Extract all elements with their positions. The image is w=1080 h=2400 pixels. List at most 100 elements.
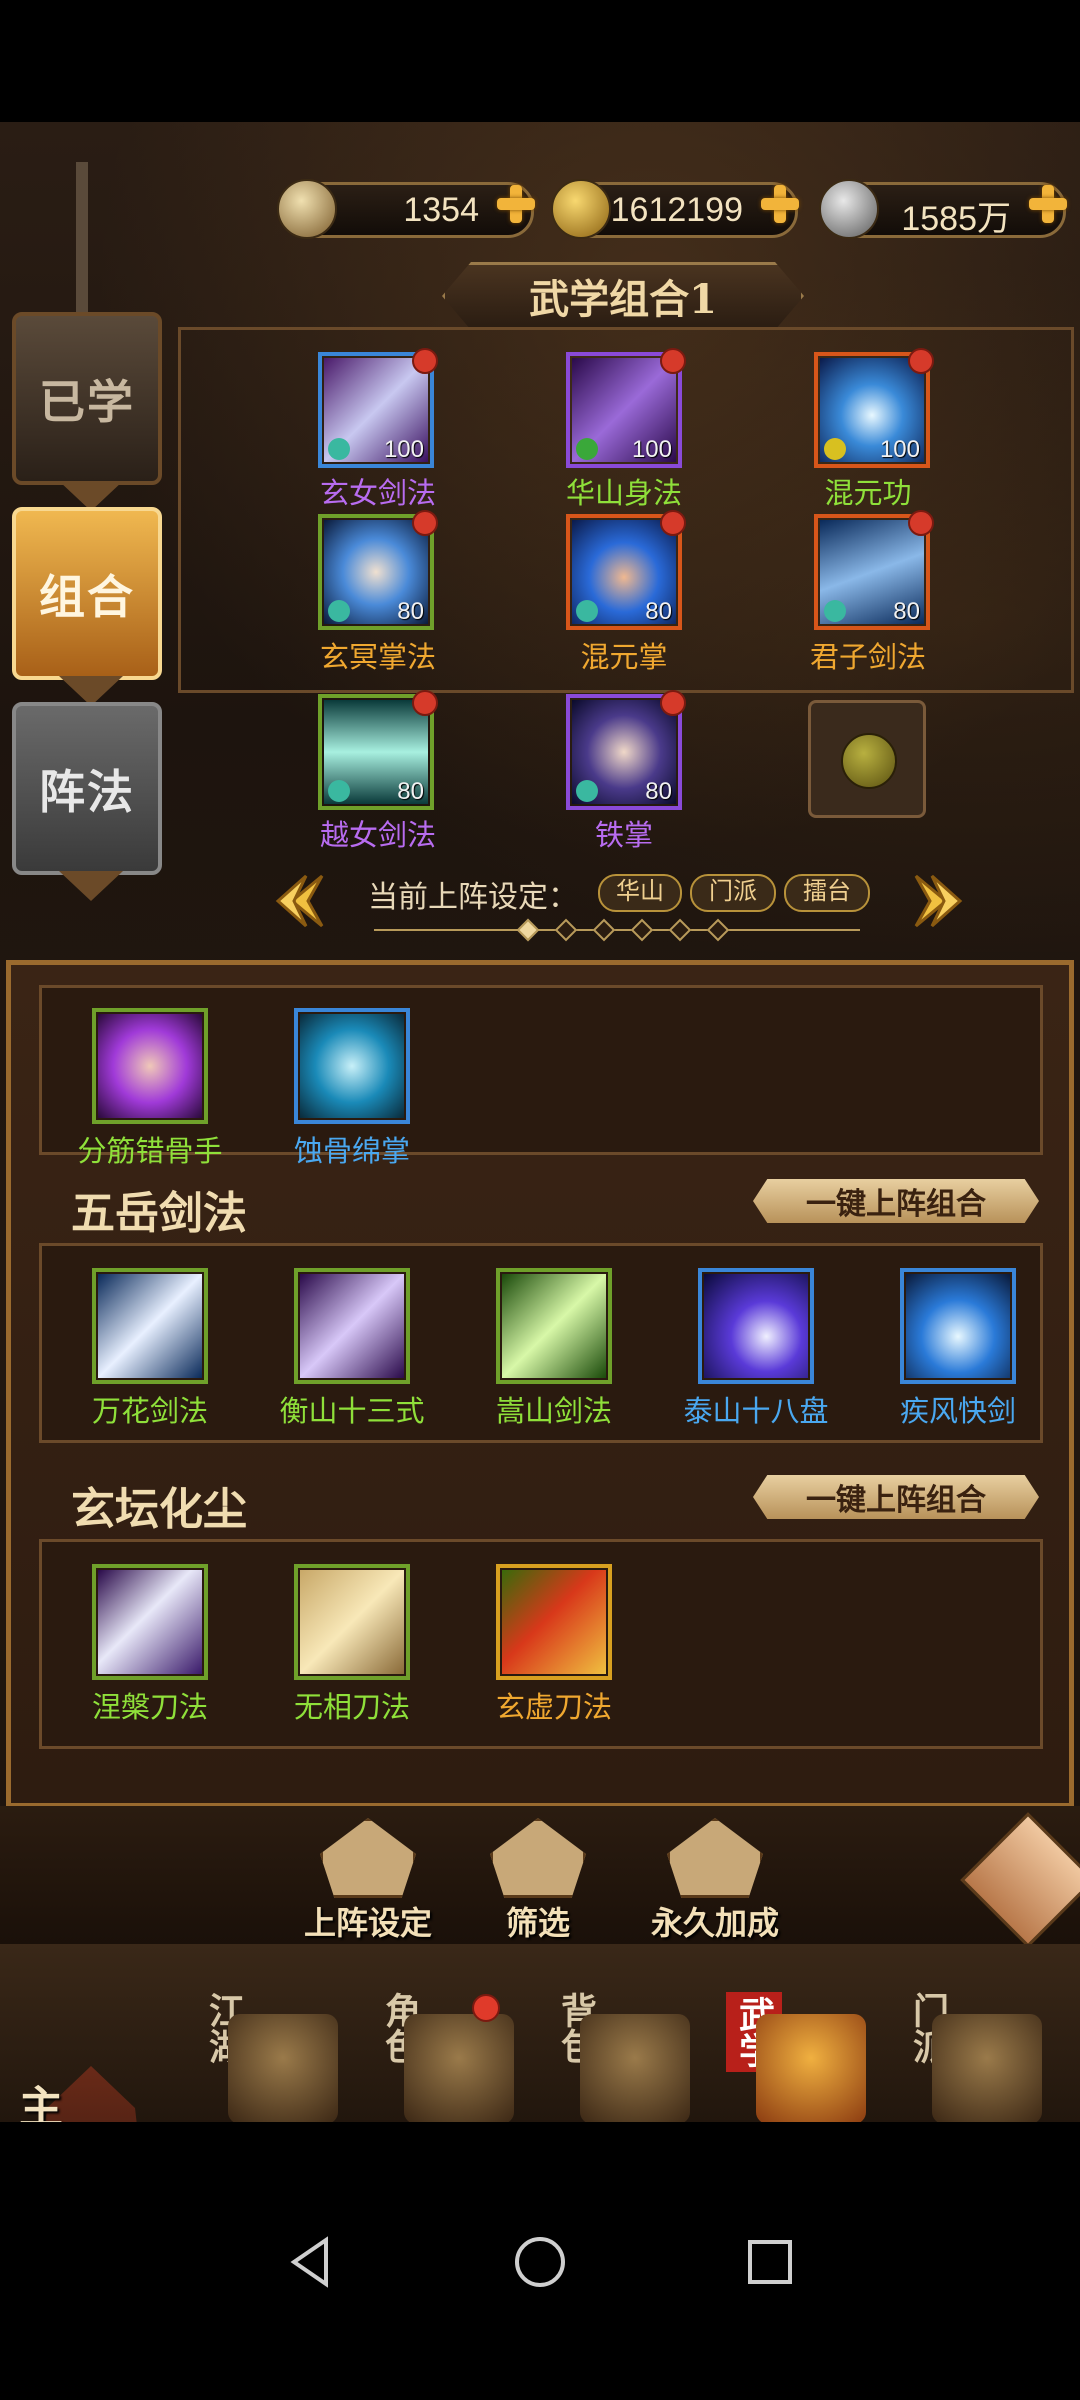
action-label: 筛选 <box>505 1904 570 1942</box>
skill-level: 80 <box>893 598 920 625</box>
add-currency-button[interactable] <box>1025 181 1071 227</box>
permanent-bonus-button[interactable]: 永久加成 <box>640 1818 790 1944</box>
nav-item-character[interactable]: 角色 <box>354 1944 530 2122</box>
cauldron-icon <box>932 2014 1042 2122</box>
bag-icon <box>580 2014 690 2122</box>
gem-icon <box>576 780 598 802</box>
skill-name: 泰山十八盘 <box>683 1396 829 1428</box>
gold-ingot-icon <box>551 179 611 239</box>
combo-title: 武学组合1 <box>529 276 717 323</box>
skill-name: 混元功 <box>824 478 912 510</box>
empty-skill-slot[interactable] <box>808 700 926 818</box>
skill-name: 衡山十三式 <box>279 1396 425 1428</box>
page-dot <box>554 918 578 942</box>
sword-art-icon <box>704 1274 808 1378</box>
skill-icon[interactable] <box>496 1268 612 1384</box>
gem-icon <box>824 438 846 460</box>
combo-slot-3[interactable]: 100 <box>814 348 934 468</box>
main-nav: 主城 江湖 角色 背包 武学 门派 <box>0 1944 1080 2122</box>
skill-name: 玄虚刀法 <box>495 1692 612 1724</box>
skill-icon[interactable] <box>698 1268 814 1384</box>
skill-icon[interactable] <box>294 1268 410 1384</box>
prev-arrow-icon[interactable] <box>272 872 330 930</box>
skill-icon[interactable] <box>294 1564 410 1680</box>
skill-icon[interactable] <box>92 1268 208 1384</box>
skill-name: 混元掌 <box>580 642 668 674</box>
currency-sword-token: 1354 <box>277 179 535 239</box>
gem-icon <box>328 438 350 460</box>
combo-slot-2[interactable]: 100 <box>566 348 686 468</box>
combo-slot-8[interactable]: 80 <box>566 690 686 810</box>
notification-dot <box>908 348 934 374</box>
skill-name: 无相刀法 <box>293 1692 410 1724</box>
deploy-tag[interactable]: 门派 <box>690 874 776 912</box>
deploy-combo-button[interactable]: 一键上阵组合 <box>753 1179 1039 1223</box>
status-bar <box>0 0 1080 122</box>
recents-icon[interactable] <box>742 2234 798 2290</box>
combo-slot-5[interactable]: 80 <box>566 510 686 630</box>
tab-learned[interactable]: 已学 <box>12 312 162 511</box>
sword-token-icon <box>277 179 337 239</box>
nav-home[interactable]: 主城 <box>4 2084 68 2122</box>
tab-label: 阵法 <box>39 764 135 819</box>
scroll-icon <box>320 1818 416 1898</box>
back-icon[interactable] <box>282 2234 338 2290</box>
sword-art-icon <box>300 1274 404 1378</box>
scroll-icon <box>756 2014 866 2122</box>
coin-icon <box>841 733 897 789</box>
group-title: 五岳剑法 <box>71 1188 247 1239</box>
nav-item-jianghu[interactable]: 江湖 <box>178 1944 354 2122</box>
currency-value: 1612199 <box>610 191 743 229</box>
tab-combo[interactable]: 组合 <box>12 507 162 706</box>
deploy-combo-button[interactable]: 一键上阵组合 <box>753 1475 1039 1519</box>
skill-icon[interactable] <box>496 1564 612 1680</box>
banner-icon <box>228 2014 338 2122</box>
deploy-label: 当前上阵设定： <box>368 881 578 914</box>
home-icon[interactable] <box>512 2234 568 2290</box>
notification-dot <box>660 690 686 716</box>
blade-icon <box>98 1570 202 1674</box>
skill-name: 蚀骨绵掌 <box>293 1136 410 1168</box>
scroll-icon <box>404 2014 514 2122</box>
gem-icon <box>576 600 598 622</box>
system-nav-bar <box>0 2122 1080 2400</box>
deploy-tag[interactable]: 擂台 <box>784 874 870 912</box>
page-dot <box>706 918 730 942</box>
page-dot <box>668 918 692 942</box>
combo-slot-6[interactable]: 80 <box>814 510 934 630</box>
notification-dot <box>472 1994 500 2022</box>
skill-name: 分筋错骨手 <box>77 1136 223 1168</box>
currency-silver-coin: 1585万 <box>819 179 1067 239</box>
skill-name: 君子剑法 <box>809 642 926 674</box>
nav-item-backpack[interactable]: 背包 <box>530 1944 706 2122</box>
page-dot <box>592 918 616 942</box>
notification-dot <box>412 690 438 716</box>
add-currency-button[interactable] <box>757 181 803 227</box>
skill-level: 100 <box>879 436 920 463</box>
skill-icon[interactable] <box>900 1268 1016 1384</box>
combo-slot-1[interactable]: 100 <box>318 348 438 468</box>
tab-formation[interactable]: 阵法 <box>12 702 162 901</box>
nav-item-sect[interactable]: 门派 <box>882 1944 1058 2122</box>
combo-slot-7[interactable]: 80 <box>318 690 438 810</box>
deploy-settings-button[interactable]: 上阵设定 <box>298 1818 438 1944</box>
deploy-tag[interactable]: 华山 <box>598 874 682 912</box>
blade-icon <box>502 1570 606 1674</box>
skill-icon[interactable] <box>92 1564 208 1680</box>
claw-hand-icon <box>98 1014 202 1118</box>
combo-slot-4[interactable]: 80 <box>318 510 438 630</box>
page-dot <box>630 918 654 942</box>
skill-name: 万花剑法 <box>91 1396 208 1428</box>
notification-dot <box>660 348 686 374</box>
notification-dot <box>908 510 934 536</box>
skill-icon[interactable] <box>294 1008 410 1124</box>
add-currency-button[interactable] <box>493 181 539 227</box>
whirlwind-icon <box>906 1274 1010 1378</box>
filter-button[interactable]: 筛选 <box>478 1818 598 1944</box>
combo-title-plate: 武学组合1 <box>442 262 804 330</box>
skill-icon[interactable] <box>92 1008 208 1124</box>
nav-item-martial-arts[interactable]: 武学 <box>706 1944 882 2122</box>
skill-name: 涅槃刀法 <box>91 1692 208 1724</box>
next-arrow-icon[interactable] <box>908 872 966 930</box>
skill-name: 嵩山剑法 <box>495 1396 612 1428</box>
